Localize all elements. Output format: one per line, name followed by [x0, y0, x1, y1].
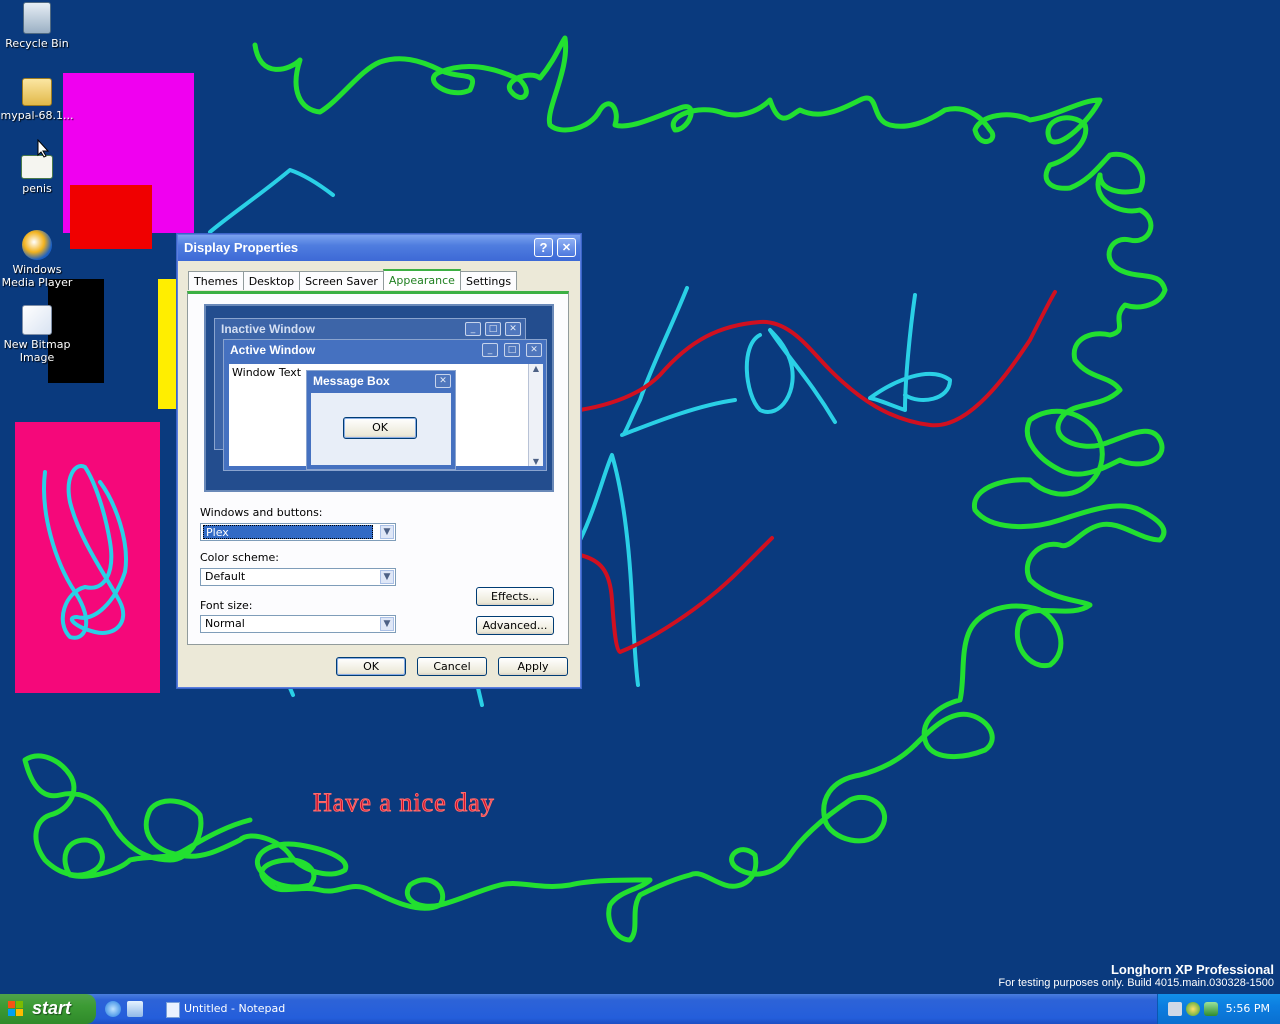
cyan-stroke-5 [578, 453, 640, 687]
penis-file-desktop-icon[interactable]: penis [0, 155, 74, 195]
font-size-value: Normal [205, 617, 245, 630]
taskbar-notepad-label: Untitled - Notepad [184, 1002, 286, 1015]
red-stroke-2 [578, 536, 774, 654]
watermark-build: For testing purposes only. Build 4015.ma… [998, 977, 1274, 989]
dialog-titlebar[interactable]: Display Properties ? ✕ [178, 235, 580, 261]
tab-settings[interactable]: Settings [459, 271, 518, 290]
start-label: start [32, 998, 72, 1018]
message-close-icon: ✕ [435, 374, 451, 388]
windows-update-icon[interactable] [1186, 1002, 1200, 1016]
start-button[interactable]: start [0, 994, 96, 1024]
message-box-body: OK [311, 393, 451, 465]
inactive-close-icon: ✕ [505, 322, 521, 336]
help-button[interactable]: ? [534, 238, 553, 257]
windows-buttons-label: Windows and buttons: [200, 506, 323, 519]
windows-flag-icon [8, 1001, 23, 1016]
cyan-stroke-4 [868, 293, 952, 412]
desktop-icon-label: Windows Media Player [1, 263, 73, 289]
chevron-down-icon[interactable]: ▼ [380, 570, 394, 584]
mouse-pointer-icon [37, 139, 49, 158]
cancel-button[interactable]: Cancel [417, 657, 487, 676]
font-size-select[interactable]: Normal ▼ [200, 615, 396, 633]
mypal-zip-desktop-icon[interactable]: mypal-68.1... [0, 78, 74, 122]
preview-ok-button: OK [343, 417, 417, 439]
cyan-stroke-6 [476, 686, 484, 707]
build-watermark: Longhorn XP Professional For testing pur… [998, 962, 1274, 989]
chevron-down-icon[interactable]: ▼ [380, 525, 394, 539]
display-properties-dialog[interactable]: Display Properties ? ✕ Themes Desktop Sc… [177, 234, 581, 688]
cyan-stroke-3 [744, 328, 837, 424]
active-minimize-icon: _ [482, 343, 498, 357]
taskbar-notepad-button[interactable]: Untitled - Notepad [160, 997, 320, 1021]
pink-rectangle [15, 422, 160, 693]
windows-media-player-desktop-icon[interactable]: Windows Media Player [0, 230, 74, 289]
desktop-icon-label: penis [22, 182, 52, 195]
media-player-icon [22, 230, 52, 260]
chevron-down-icon[interactable]: ▼ [380, 617, 394, 631]
message-box-title: Message Box [313, 374, 390, 388]
green-scribble-top [252, 35, 1146, 195]
internet-explorer-icon[interactable] [105, 1001, 121, 1017]
active-maximize-icon: □ [504, 343, 520, 357]
desktop-icon-label: mypal-68.1... [0, 109, 74, 122]
active-close-icon: ✕ [526, 343, 542, 357]
tab-strip: Themes Desktop Screen Saver Appearance S… [188, 269, 518, 291]
dialog-title: Display Properties [184, 240, 299, 255]
preview-scrollbar: ▲ ▼ [528, 364, 543, 466]
desktop-icon-label: New Bitmap Image [3, 338, 71, 364]
notepad-icon [166, 1002, 180, 1018]
effects-button[interactable]: Effects... [476, 587, 554, 606]
pink-cyan-scribble [42, 464, 128, 640]
zip-folder-icon [22, 78, 52, 106]
red-stroke-1 [578, 290, 1057, 428]
inactive-minimize-icon: _ [465, 322, 481, 336]
paint-bitmap-icon [22, 305, 52, 335]
font-size-label: Font size: [200, 599, 253, 612]
tab-screen-saver[interactable]: Screen Saver [299, 271, 384, 290]
preview-message-box: Message Box ✕ OK [306, 370, 456, 470]
appearance-panel: Inactive Window _ □ ✕ Active Window _ □ … [187, 291, 569, 645]
appearance-preview: Inactive Window _ □ ✕ Active Window _ □ … [204, 304, 554, 492]
ok-button[interactable]: OK [336, 657, 406, 676]
have-a-nice-day-text: Have a nice day [313, 788, 495, 818]
cyan-stroke-2 [620, 286, 737, 437]
color-scheme-value: Default [205, 570, 246, 583]
desktop-icon-label: Recycle Bin [5, 37, 69, 50]
recycle-bin-desktop-icon[interactable]: Recycle Bin [0, 2, 74, 50]
scroll-down-icon: ▼ [532, 457, 540, 466]
red-rectangle [70, 185, 152, 249]
show-desktop-icon[interactable] [127, 1001, 143, 1017]
system-tray: 5:56 PM [1157, 994, 1280, 1024]
security-shield-icon[interactable] [1204, 1002, 1218, 1016]
advanced-button[interactable]: Advanced... [476, 616, 554, 635]
tab-themes[interactable]: Themes [188, 271, 244, 290]
network-icon[interactable] [1168, 1002, 1182, 1016]
windows-buttons-value: Plex [203, 525, 373, 539]
color-scheme-select[interactable]: Default ▼ [200, 568, 396, 586]
cyan-stroke-1 [208, 168, 335, 234]
tab-appearance[interactable]: Appearance [382, 269, 461, 290]
taskbar: start Untitled - Notepad 5:56 PM [0, 994, 1280, 1024]
color-scheme-label: Color scheme: [200, 551, 279, 564]
close-button[interactable]: ✕ [557, 238, 576, 257]
green-scribble-right [912, 172, 1168, 760]
scroll-up-icon: ▲ [532, 364, 540, 373]
watermark-title: Longhorn XP Professional [1110, 962, 1274, 977]
apply-button[interactable]: Apply [498, 657, 568, 676]
tab-desktop[interactable]: Desktop [242, 271, 301, 290]
image-file-icon [21, 155, 53, 179]
windows-buttons-select[interactable]: Plex ▼ [200, 523, 396, 541]
window-text-sample: Window Text [232, 366, 302, 379]
recycle-bin-icon [23, 2, 51, 34]
inactive-maximize-icon: □ [485, 322, 501, 336]
green-scribble-bottom [22, 742, 918, 943]
cyan-stroke-7 [288, 686, 295, 697]
clock[interactable]: 5:56 PM [1226, 1002, 1270, 1015]
new-bitmap-image-desktop-icon[interactable]: New Bitmap Image [0, 305, 74, 364]
yellow-rectangle [158, 279, 178, 409]
